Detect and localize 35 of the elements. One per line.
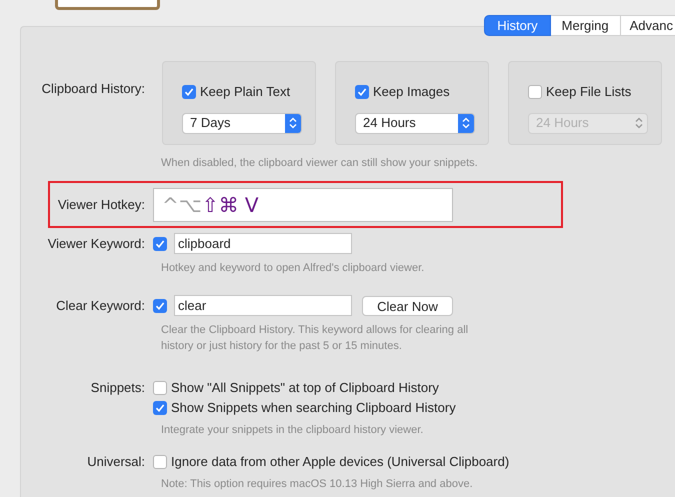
- checkbox[interactable]: [182, 84, 196, 99]
- field-label: Universal:: [86, 453, 146, 472]
- tab[interactable]: Merging: [550, 15, 621, 36]
- checkbox[interactable]: [153, 298, 167, 312]
- tab[interactable]: History: [484, 15, 551, 36]
- text-field[interactable]: clear: [174, 295, 352, 316]
- field-label: Clipboard History:: [40, 80, 146, 98]
- checkbox[interactable]: [153, 381, 167, 395]
- help-text: Clear the Clipboard History. This keyword allows for clearing all history or just history for the past 5 or 15 minutes.: [161, 323, 470, 354]
- checkbox[interactable]: [153, 455, 167, 469]
- duration-select[interactable]: 24 Hours: [355, 112, 475, 134]
- help-text: Integrate your snippets in the clipboard history viewer.: [161, 423, 424, 438]
- checkbox-label: Ignore data from other Apple devices (Universal Clipboard): [171, 453, 510, 472]
- checkbox[interactable]: [153, 401, 167, 415]
- checkbox-label: Keep File Lists: [546, 83, 632, 101]
- field-label: Clear Keyword:: [55, 296, 146, 315]
- checkbox-label: Show Snippets when searching Clipboard History: [171, 399, 456, 418]
- checkbox[interactable]: [153, 236, 167, 250]
- checkbox[interactable]: [355, 84, 369, 99]
- checkbox-label: Keep Plain Text: [200, 83, 290, 101]
- field-label: Viewer Keyword:: [46, 234, 146, 253]
- help-text: Note: This option requires macOS 10.13 High Sierra and above.: [161, 477, 474, 492]
- text-field[interactable]: clipboard: [174, 233, 352, 254]
- field-label: Viewer Hotkey:: [56, 196, 146, 214]
- checkbox-label: Keep Images: [373, 83, 450, 101]
- duration-select[interactable]: 7 Days: [182, 112, 302, 134]
- help-text: When disabled, the clipboard viewer can still show your snippets.: [161, 156, 479, 171]
- stepper-icon: [458, 114, 474, 132]
- field-label: Snippets:: [90, 379, 146, 398]
- checkbox-label: Show "All Snippets" at top of Clipboard History: [171, 379, 439, 398]
- hotkey-field[interactable]: ^⌥⇧⌘ V: [153, 188, 453, 222]
- tab[interactable]: Advanc: [620, 15, 675, 36]
- stepper-icon: [285, 114, 301, 132]
- help-text: Hotkey and keyword to open Alfred's clipboard viewer.: [161, 261, 426, 276]
- clear-now-button[interactable]: Clear Now: [362, 296, 453, 316]
